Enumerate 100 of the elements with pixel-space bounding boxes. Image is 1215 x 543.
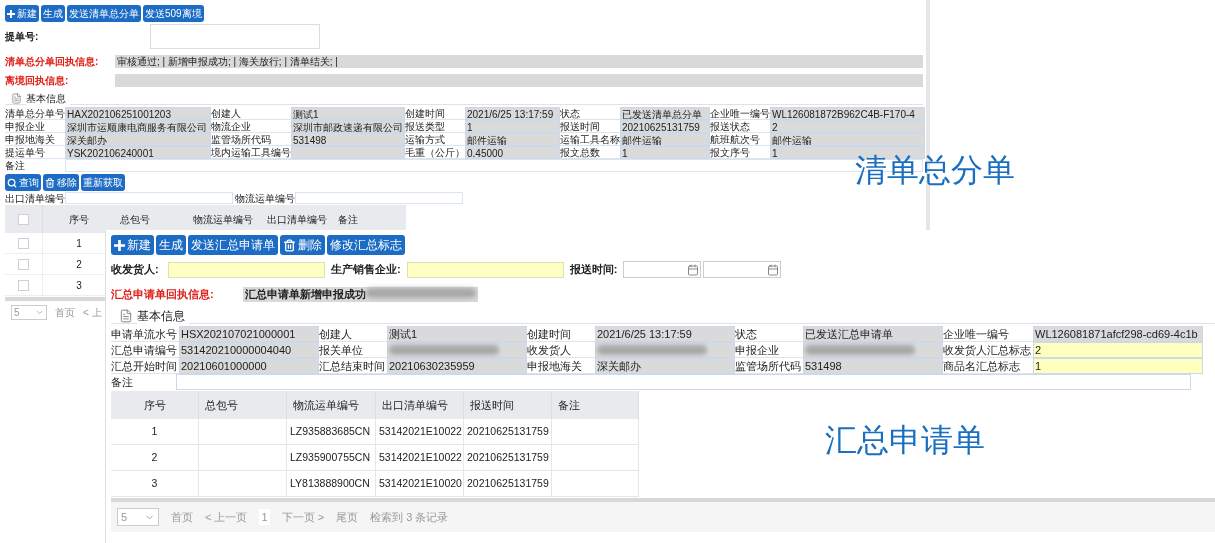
filter-label: 出口清单编号 <box>5 191 65 206</box>
column-header: 报送时间 <box>464 391 552 419</box>
column-header: 总包号 <box>119 212 151 227</box>
filter-field[interactable] <box>295 192 463 204</box>
pager-link[interactable]: 首页 <box>55 304 75 320</box>
table-cell-text: 20210625131759 <box>467 475 549 491</box>
checkbox[interactable] <box>18 213 29 225</box>
table-cell-text: 20210625131759 <box>467 423 549 439</box>
filter-label: 报送时间: <box>569 262 618 278</box>
value-text: 深关邮办 <box>597 359 641 374</box>
table-cell-text: 53142021E10020 <box>379 475 462 491</box>
table-cell-text: 3 <box>75 278 83 293</box>
toolbar-button[interactable]: 删除 <box>280 235 325 255</box>
field-value: 已发送清单总分单 <box>620 107 710 120</box>
input-field[interactable] <box>168 261 325 278</box>
value-text: 已发送汇总申请单 <box>805 327 893 342</box>
field-value: 深圳市运顺康电商服务有限公司 <box>65 120 211 133</box>
field-label: 备注 <box>111 374 134 390</box>
pager-link[interactable]: 首页 <box>171 508 193 526</box>
table-cell-text: 1 <box>75 236 83 251</box>
calendar-icon <box>687 263 700 276</box>
page-size-select[interactable]: 5 <box>117 508 159 526</box>
checkbox[interactable] <box>18 237 29 249</box>
toolbar-button[interactable]: 生成 <box>156 235 186 255</box>
filter-label: 生产销售企业: <box>331 262 401 278</box>
toolbar-button[interactable]: 重新获取 <box>81 174 125 191</box>
checkbox[interactable] <box>18 258 29 270</box>
field-value: 深关邮办 <box>65 133 211 146</box>
input-field[interactable] <box>150 24 320 49</box>
toolbar-button[interactable]: 查询 <box>5 174 41 191</box>
field-label: 备注 <box>5 159 26 173</box>
field-value[interactable]: 1 <box>1033 358 1203 374</box>
date-field[interactable] <box>623 261 702 278</box>
table-cell-text: 20210625131759 <box>467 449 549 465</box>
pager-link[interactable]: 下一页 > <box>281 508 325 526</box>
filter-field[interactable] <box>65 192 233 204</box>
table-cell-text: 53142021E10022 <box>379 449 462 465</box>
value-text: HSX202107021000001 <box>181 327 296 342</box>
column-header: 出口清单编号 <box>376 391 464 419</box>
value-text: 测试1 <box>389 327 418 342</box>
search-icon <box>7 177 17 188</box>
table-cell-text: LY813888900CN <box>290 475 370 491</box>
column-header: 备注 <box>552 391 639 419</box>
column-header: 序号 <box>111 391 199 419</box>
current-page: 1 <box>259 508 270 526</box>
value-text: WL126081871afcf298-cd69-4c1b <box>1035 327 1198 342</box>
value-text: 2 <box>1035 343 1042 358</box>
table-cell-text: 3 <box>151 475 158 491</box>
value-text: 1 <box>1035 359 1042 374</box>
toolbar-button[interactable]: 发送509离境 <box>143 5 204 22</box>
checkbox[interactable] <box>18 279 29 291</box>
toolbar-button[interactable]: 生成 <box>41 5 65 22</box>
receipt-label: 汇总申请单回执信息: <box>111 287 215 303</box>
calendar-icon <box>767 263 780 276</box>
toolbar-button[interactable]: 移除 <box>43 174 79 191</box>
toolbar-button[interactable]: 新建 <box>111 235 154 255</box>
toolbar-button[interactable]: 修改汇总标志 <box>327 235 405 255</box>
column-header: 序号 <box>68 212 90 227</box>
field-value: 531498 <box>291 133 405 146</box>
page-size-select[interactable]: 5 <box>11 304 47 320</box>
receipt-text: 汇总申请单新增申报成功 <box>245 287 366 303</box>
table-cell-text: LZ935883685CN <box>290 423 370 439</box>
document-icon <box>119 308 133 323</box>
section-title: 基本信息 <box>26 91 70 106</box>
receipt-label: 清单总分单回执信息: <box>5 55 100 69</box>
date-field[interactable] <box>703 261 782 278</box>
column-header: 备注 <box>337 212 359 227</box>
value-text: 20210630235959 <box>389 359 475 374</box>
field-value: WL126081872B962C4B-F170-4 <box>770 107 925 120</box>
field-value[interactable]: 2 <box>1033 342 1203 358</box>
field-value: HAX202106251001203 <box>65 107 211 120</box>
filter-label: 物流运单编号 <box>235 191 295 206</box>
column-header: 总包号 <box>199 391 287 419</box>
field-value: 0.45000 <box>465 146 560 159</box>
trash-icon <box>283 238 296 252</box>
record-count: 检索到 3 条记录 <box>370 509 449 525</box>
toolbar-button[interactable]: 新建 <box>5 5 39 22</box>
table-cell-text: 2 <box>151 449 158 465</box>
column-header: 出口清单编号 <box>266 212 328 227</box>
table-cell-text: LZ935900755CN <box>290 449 370 465</box>
table-cell-text: 1 <box>151 423 158 439</box>
filter-label: 收发货人: <box>111 262 160 278</box>
plus-icon <box>7 9 15 18</box>
input-field[interactable] <box>406 261 564 278</box>
column-header: 物流运单编号 <box>287 391 376 419</box>
value-text: 20210601000000 <box>181 359 267 374</box>
pager-link[interactable]: < 上 <box>83 304 102 320</box>
field-value: 测试1 <box>291 107 405 120</box>
table-cell-text: 2 <box>75 257 83 272</box>
field-value: 1 <box>465 120 560 133</box>
field-label: 提单号: <box>5 30 40 44</box>
field-value: 邮件运输 <box>465 133 560 146</box>
toolbar-button[interactable]: 发送清单总分单 <box>67 5 141 22</box>
toolbar-button[interactable]: 发送汇总申请单 <box>188 235 278 255</box>
value-text: 2021/6/25 13:17:59 <box>597 327 692 342</box>
value-text: 531498 <box>805 359 842 374</box>
pager-link[interactable]: 尾页 <box>336 508 359 526</box>
field-value: 20210625131759 <box>620 120 710 133</box>
pager-link[interactable]: < 上一页 <box>205 508 248 526</box>
remark-field[interactable] <box>176 374 1191 390</box>
